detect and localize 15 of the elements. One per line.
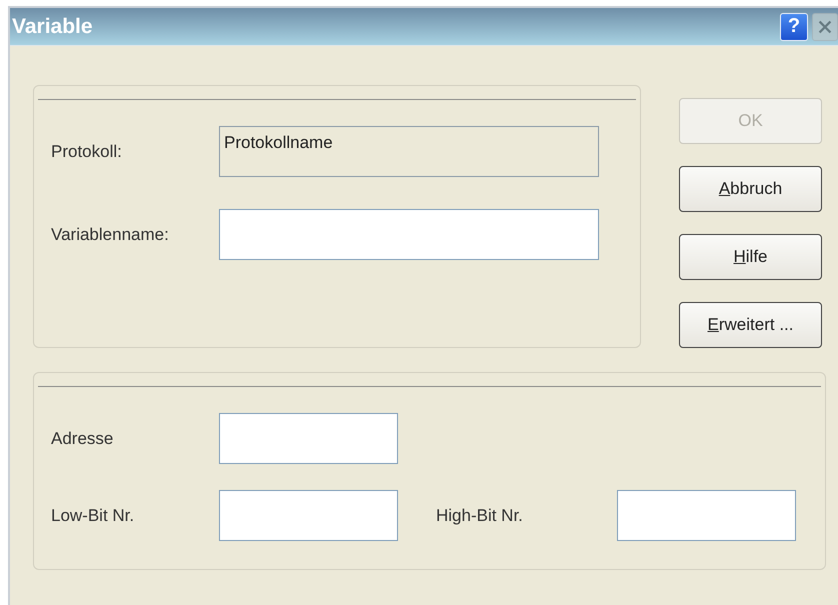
field-label: High-Bit Nr.: [436, 506, 524, 526]
input-field[interactable]: [219, 209, 599, 260]
field-label: Adresse: [50, 428, 114, 448]
field-label: Low-Bit Nr.: [50, 506, 136, 526]
help-button[interactable]: ?: [780, 12, 808, 40]
input-field[interactable]: Protokollname: [219, 126, 599, 177]
field-label: Protokoll:: [50, 142, 123, 162]
dialog-button[interactable]: Abbruch: [679, 166, 822, 212]
dialog-button[interactable]: Erweitert ...: [679, 302, 822, 348]
field-label: Variablenname:: [50, 224, 170, 244]
input-field[interactable]: [617, 490, 796, 541]
input-field[interactable]: [219, 413, 398, 464]
dialog-button[interactable]: Hilfe: [679, 234, 822, 280]
input-field[interactable]: [219, 490, 398, 541]
window-title: Variable: [12, 14, 94, 38]
